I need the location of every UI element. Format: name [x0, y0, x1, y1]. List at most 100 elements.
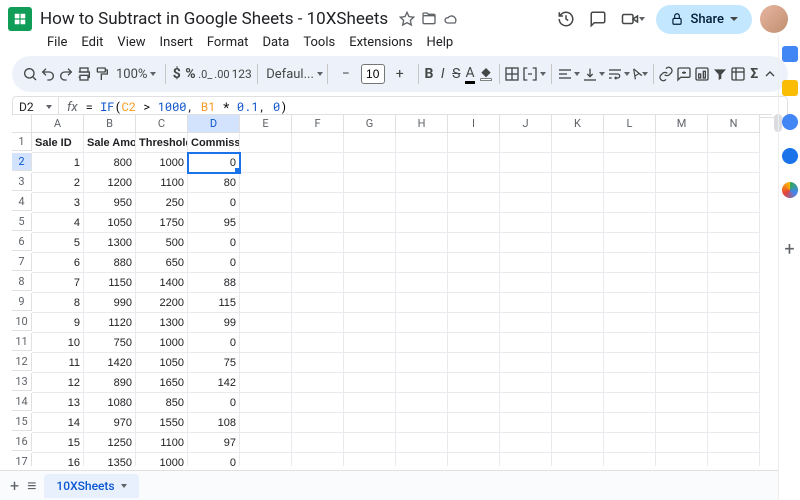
cell[interactable] — [708, 193, 760, 213]
cell[interactable] — [500, 153, 552, 173]
cell[interactable]: 108 — [188, 413, 240, 433]
cell[interactable]: 1100 — [136, 433, 188, 453]
cell[interactable] — [656, 333, 708, 353]
cell[interactable] — [604, 133, 656, 153]
cell[interactable]: 1250 — [84, 433, 136, 453]
cell[interactable] — [708, 293, 760, 313]
print-icon[interactable] — [76, 61, 92, 87]
cell[interactable]: 650 — [136, 253, 188, 273]
cell[interactable] — [656, 233, 708, 253]
cell[interactable] — [500, 393, 552, 413]
cell[interactable] — [604, 153, 656, 173]
cell[interactable] — [552, 173, 604, 193]
cell[interactable] — [656, 413, 708, 433]
cell[interactable] — [500, 413, 552, 433]
more-formats-icon[interactable]: 123 — [232, 61, 252, 87]
row-header[interactable]: 11 — [12, 333, 32, 351]
row-header[interactable]: 4 — [12, 193, 32, 211]
cell[interactable]: 1100 — [136, 173, 188, 193]
column-header[interactable]: N — [708, 115, 760, 133]
cell[interactable] — [656, 293, 708, 313]
font-size-input[interactable] — [361, 64, 385, 84]
cell[interactable] — [656, 213, 708, 233]
cell[interactable]: 1 — [32, 153, 84, 173]
cell[interactable] — [604, 313, 656, 333]
share-button[interactable]: Share — [656, 5, 752, 34]
cell[interactable] — [292, 213, 344, 233]
cell[interactable] — [292, 333, 344, 353]
cell[interactable] — [708, 393, 760, 413]
cell[interactable] — [240, 433, 292, 453]
cell[interactable] — [708, 313, 760, 333]
cell[interactable] — [292, 453, 344, 466]
cell[interactable] — [240, 253, 292, 273]
cell[interactable] — [240, 333, 292, 353]
undo-icon[interactable] — [40, 61, 56, 87]
cell[interactable] — [344, 393, 396, 413]
move-icon[interactable] — [421, 11, 437, 27]
cell[interactable]: 1650 — [136, 373, 188, 393]
cell[interactable] — [552, 153, 604, 173]
currency-icon[interactable]: $ — [171, 61, 183, 87]
account-avatar[interactable] — [760, 5, 788, 33]
row-header[interactable]: 13 — [12, 373, 32, 391]
cell[interactable]: 1300 — [84, 233, 136, 253]
cell[interactable] — [552, 333, 604, 353]
sheets-logo[interactable] — [8, 7, 32, 31]
cell[interactable]: 950 — [84, 193, 136, 213]
row-header[interactable]: 3 — [12, 173, 32, 191]
cloud-status-icon[interactable] — [443, 11, 459, 27]
cell[interactable] — [708, 433, 760, 453]
cell[interactable] — [240, 393, 292, 413]
spreadsheet-grid[interactable]: ABCDEFGHIJKLMN1Sale IDSale Amount ($)Thr… — [12, 114, 772, 466]
star-icon[interactable] — [399, 11, 415, 27]
cell[interactable]: 5 — [32, 233, 84, 253]
cell[interactable] — [604, 213, 656, 233]
row-header[interactable]: 16 — [12, 433, 32, 451]
increase-font-icon[interactable]: + — [387, 61, 413, 87]
column-header[interactable]: G — [344, 115, 396, 133]
cell[interactable] — [396, 453, 448, 466]
cell[interactable] — [448, 173, 500, 193]
menu-format[interactable]: Format — [200, 34, 256, 50]
cell[interactable] — [656, 313, 708, 333]
maps-icon[interactable] — [782, 182, 798, 198]
wrap-icon[interactable] — [607, 61, 630, 87]
cell[interactable] — [500, 333, 552, 353]
cell[interactable]: 13 — [32, 393, 84, 413]
cell[interactable] — [448, 293, 500, 313]
cell[interactable]: 15 — [32, 433, 84, 453]
font-dropdown[interactable]: Defaul... — [262, 65, 322, 84]
cell[interactable] — [500, 273, 552, 293]
cell[interactable] — [656, 353, 708, 373]
cell[interactable] — [292, 273, 344, 293]
menu-view[interactable]: View — [110, 34, 152, 50]
cell[interactable] — [708, 333, 760, 353]
row-header[interactable]: 5 — [12, 213, 32, 231]
cell[interactable] — [708, 453, 760, 466]
cell[interactable] — [552, 453, 604, 466]
cell[interactable] — [396, 393, 448, 413]
cell[interactable] — [448, 133, 500, 153]
percent-icon[interactable]: % — [185, 61, 197, 87]
cell[interactable]: 800 — [84, 153, 136, 173]
keep-icon[interactable] — [782, 80, 798, 96]
menu-help[interactable]: Help — [420, 34, 461, 50]
cell[interactable] — [396, 133, 448, 153]
menu-data[interactable]: Data — [255, 34, 296, 50]
cell[interactable] — [396, 413, 448, 433]
cell[interactable] — [604, 353, 656, 373]
cell[interactable] — [708, 233, 760, 253]
cell[interactable]: 0 — [188, 453, 240, 466]
cell[interactable] — [552, 253, 604, 273]
cell[interactable]: 80 — [188, 173, 240, 193]
cell[interactable]: 1080 — [84, 393, 136, 413]
menu-insert[interactable]: Insert — [153, 34, 200, 50]
cell[interactable]: Sale Amount ($) — [84, 133, 136, 153]
cell[interactable] — [500, 373, 552, 393]
italic-icon[interactable]: I — [437, 61, 449, 87]
bold-icon[interactable]: B — [423, 61, 435, 87]
cell[interactable] — [552, 133, 604, 153]
cell[interactable]: 1350 — [84, 453, 136, 466]
cell[interactable] — [448, 273, 500, 293]
